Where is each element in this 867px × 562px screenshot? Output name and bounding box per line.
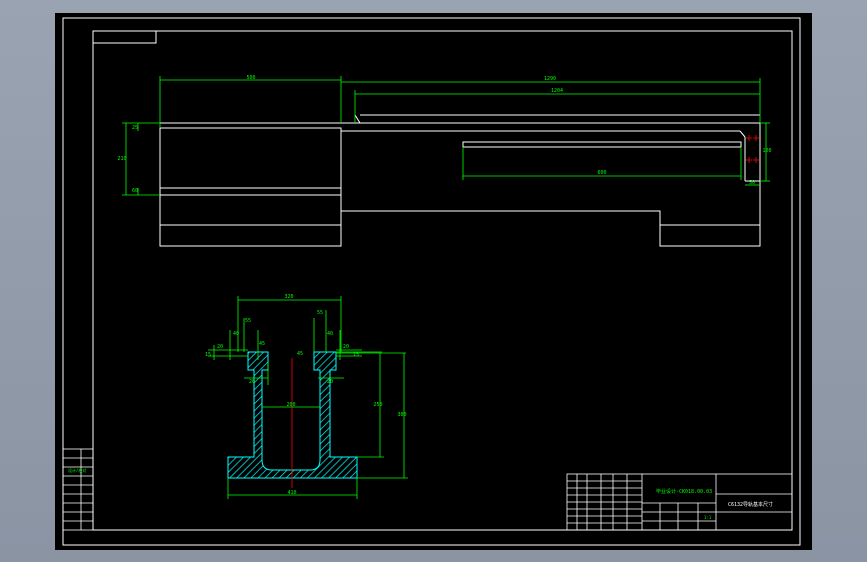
dim-slot-length: 600 bbox=[597, 170, 606, 176]
side-table bbox=[62, 448, 94, 531]
dim-inner-length: 1204 bbox=[551, 88, 563, 94]
dim-left-e: 45 bbox=[259, 341, 265, 347]
dim-bottom-width: 410 bbox=[287, 490, 296, 496]
scale-value: 1:1 bbox=[704, 515, 712, 520]
title-block-texts: 毕业设计-CK018.00.03 C6132导轨基本尺寸 1:1 bbox=[656, 488, 773, 520]
drawing-number: 毕业设计-CK018.00.03 bbox=[656, 488, 712, 495]
cad-viewport[interactable]: 500 1290 1204 600 210 25 60 100 50 320 4… bbox=[55, 13, 812, 550]
dim-left-f: 20 bbox=[249, 379, 255, 385]
reference-markers bbox=[746, 135, 759, 163]
dim-right-tail: 50 bbox=[749, 180, 755, 186]
dim-total-length: 1290 bbox=[544, 76, 556, 82]
corner-label-box bbox=[92, 30, 157, 44]
dim-right-c: 40 bbox=[327, 331, 333, 337]
sheet-inner-frame bbox=[92, 30, 793, 531]
side-table-row-label: 设计/校对 bbox=[68, 467, 86, 473]
dim-left-c: 40 bbox=[233, 331, 239, 337]
sheet-outer-frame bbox=[62, 17, 801, 546]
dim-inner-width: 200 bbox=[286, 402, 295, 408]
dim-inner-height: 250 bbox=[373, 402, 382, 408]
dim-left-b: 20 bbox=[217, 344, 223, 350]
section-view-profile bbox=[227, 351, 358, 488]
dim-left-height: 210 bbox=[117, 156, 126, 162]
dim-outer-height: 300 bbox=[397, 412, 406, 418]
dim-small-offset: 25 bbox=[132, 125, 138, 131]
dim-right-b: 20 bbox=[343, 344, 349, 350]
dim-left-a: 15 bbox=[205, 352, 211, 358]
dim-left-length: 500 bbox=[246, 75, 255, 81]
side-table-texts: 设计/校对 bbox=[68, 467, 86, 473]
drawing-title: C6132导轨基本尺寸 bbox=[728, 501, 773, 508]
dim-right-f: 20 bbox=[327, 379, 333, 385]
dim-right-height: 100 bbox=[762, 148, 771, 154]
dim-right-a: 15 bbox=[353, 352, 359, 358]
top-view-dimensions bbox=[122, 76, 770, 196]
dim-right-e: 45 bbox=[297, 351, 303, 357]
dim-top-width: 320 bbox=[284, 294, 293, 300]
cad-drawing-canvas: 500 1290 1204 600 210 25 60 100 50 320 4… bbox=[62, 17, 801, 546]
dim-right-d: 55 bbox=[317, 310, 323, 316]
dim-small-offset-lower: 60 bbox=[132, 188, 138, 194]
top-view-outline bbox=[159, 114, 761, 247]
dim-left-d: 55 bbox=[245, 318, 251, 324]
